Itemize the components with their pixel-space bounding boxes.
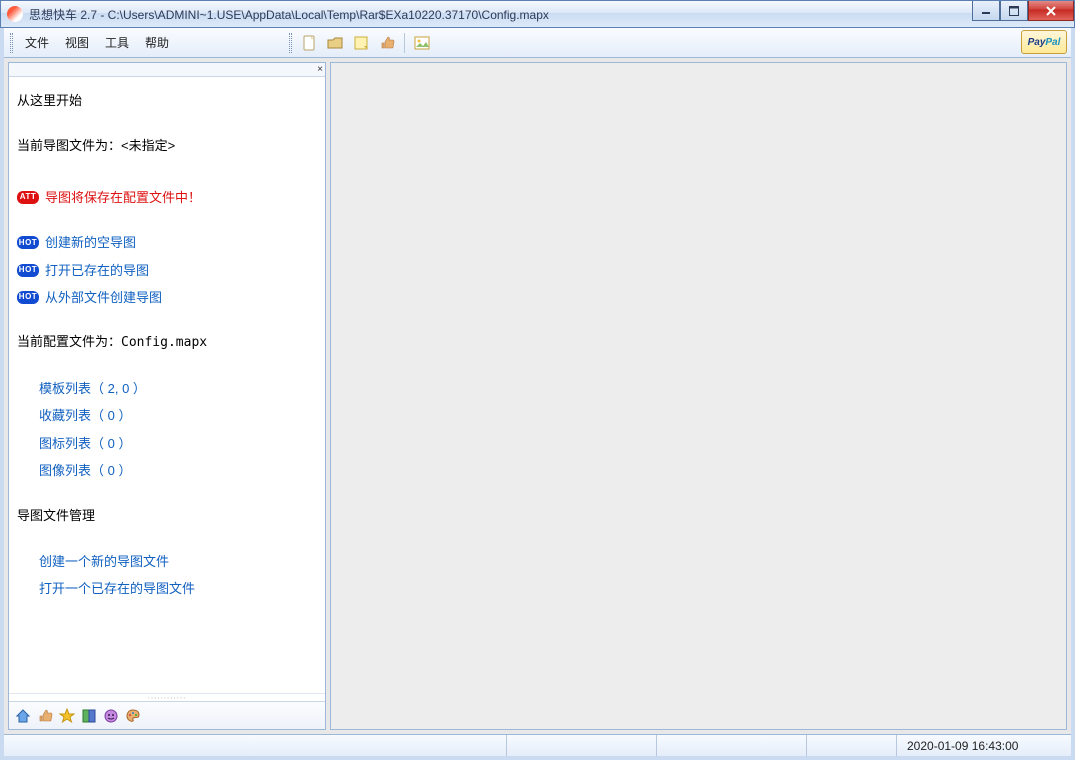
thumb-up-button-2[interactable]	[37, 708, 53, 724]
close-button[interactable]	[1028, 1, 1074, 21]
side-panel-close[interactable]: ×	[317, 64, 323, 75]
statusbar: 2020-01-09 16:43:00	[4, 734, 1071, 756]
paypal-text-1: Pay	[1028, 37, 1046, 48]
minimize-button[interactable]	[972, 1, 1000, 21]
status-timestamp: 2020-01-09 16:43:00	[896, 735, 1071, 756]
workspace: × 从这里开始 当前导图文件为：<未指定> ATT 导图将保存在配置文件中！ H…	[4, 58, 1071, 734]
link-create-from-file[interactable]: 从外部文件创建导图	[45, 286, 162, 309]
hot-link-row-1: HOT 打开已存在的导图	[17, 259, 317, 282]
attention-badge: ATT	[17, 191, 39, 204]
new-document-button[interactable]	[298, 32, 320, 54]
current-config-label: 当前配置文件为：Config.mapx	[17, 331, 317, 354]
menubar-grip[interactable]	[10, 33, 13, 53]
menu-view[interactable]: 视图	[57, 30, 97, 55]
note-button[interactable]	[350, 32, 372, 54]
manage-heading: 导图文件管理	[17, 504, 317, 527]
thumb-up-button[interactable]	[376, 32, 398, 54]
window-title: 思想快车 2.7 - C:\Users\ADMINI~1.USE\AppData…	[29, 6, 549, 23]
star-button[interactable]	[59, 708, 75, 724]
hot-link-row-0: HOT 创建新的空导图	[17, 231, 317, 254]
palette-icon	[125, 708, 141, 724]
link-favorites-list[interactable]: 收藏列表（ 0 ）	[39, 404, 317, 427]
link-create-empty-map[interactable]: 创建新的空导图	[45, 231, 136, 254]
hot-link-row-2: HOT 从外部文件创建导图	[17, 286, 317, 309]
start-heading: 从这里开始	[17, 89, 317, 112]
home-button[interactable]	[15, 708, 31, 724]
status-cell-0	[4, 735, 506, 756]
side-panel-toolbar	[9, 701, 325, 729]
link-icon-list[interactable]: 图标列表（ 0 ）	[39, 432, 317, 455]
menubar: 文件 视图 工具 帮助 PayPal	[4, 28, 1071, 58]
toolbar-separator	[404, 33, 405, 53]
note-icon	[353, 35, 369, 51]
face-icon	[103, 708, 119, 724]
link-create-new-mapfile[interactable]: 创建一个新的导图文件	[39, 550, 317, 573]
current-map-label: 当前导图文件为：<未指定>	[17, 134, 317, 157]
side-panel-grip[interactable]: ∙∙∙∙∙∙∙∙∙∙∙∙	[9, 693, 325, 701]
hot-badge: HOT	[17, 236, 39, 249]
hot-badge: HOT	[17, 264, 39, 277]
toolbar-grip[interactable]	[289, 33, 292, 53]
main-canvas[interactable]	[330, 62, 1067, 730]
link-open-existing-mapfile[interactable]: 打开一个已存在的导图文件	[39, 577, 317, 600]
window-titlebar: 思想快车 2.7 - C:\Users\ADMINI~1.USE\AppData…	[0, 0, 1075, 28]
side-panel-header: ×	[9, 63, 325, 77]
link-open-existing-map[interactable]: 打开已存在的导图	[45, 259, 149, 282]
status-cell-3	[806, 735, 896, 756]
close-icon	[1045, 6, 1057, 16]
open-folder-button[interactable]	[324, 32, 346, 54]
book-button[interactable]	[81, 708, 97, 724]
paypal-button[interactable]: PayPal	[1021, 30, 1067, 54]
status-cell-1	[506, 735, 656, 756]
menu-help[interactable]: 帮助	[137, 30, 177, 55]
status-cell-2	[656, 735, 806, 756]
maximize-button[interactable]	[1000, 1, 1028, 21]
side-panel-content: 从这里开始 当前导图文件为：<未指定> ATT 导图将保存在配置文件中！ HOT…	[9, 77, 325, 693]
book-icon	[81, 708, 97, 724]
manage-links-group: 创建一个新的导图文件 打开一个已存在的导图文件	[39, 550, 317, 601]
maximize-icon	[1009, 6, 1019, 16]
picture-button[interactable]	[411, 32, 433, 54]
warning-text: 导图将保存在配置文件中！	[45, 186, 201, 209]
palette-button[interactable]	[125, 708, 141, 724]
thumb-up-icon	[37, 708, 53, 724]
thumb-up-icon	[379, 35, 395, 51]
star-icon	[59, 708, 75, 724]
link-image-list[interactable]: 图像列表（ 0 ）	[39, 459, 317, 482]
picture-icon	[414, 35, 430, 51]
minimize-icon	[981, 7, 991, 15]
window-controls	[972, 1, 1074, 21]
side-panel: × 从这里开始 当前导图文件为：<未指定> ATT 导图将保存在配置文件中！ H…	[8, 62, 326, 730]
open-folder-icon	[327, 35, 343, 51]
window-client-area: 文件 视图 工具 帮助 PayPal ×	[0, 28, 1075, 760]
warning-row: ATT 导图将保存在配置文件中！	[17, 186, 317, 209]
home-icon	[15, 708, 31, 724]
new-document-icon	[301, 35, 317, 51]
menu-tools[interactable]: 工具	[97, 30, 137, 55]
hot-badge: HOT	[17, 291, 39, 304]
paypal-text-2: Pal	[1045, 37, 1060, 48]
link-template-list[interactable]: 模板列表（ 2, 0 ）	[39, 377, 317, 400]
app-icon	[7, 6, 23, 22]
config-links-group: 模板列表（ 2, 0 ） 收藏列表（ 0 ） 图标列表（ 0 ） 图像列表（ 0…	[39, 377, 317, 483]
face-button[interactable]	[103, 708, 119, 724]
menu-file[interactable]: 文件	[17, 30, 57, 55]
